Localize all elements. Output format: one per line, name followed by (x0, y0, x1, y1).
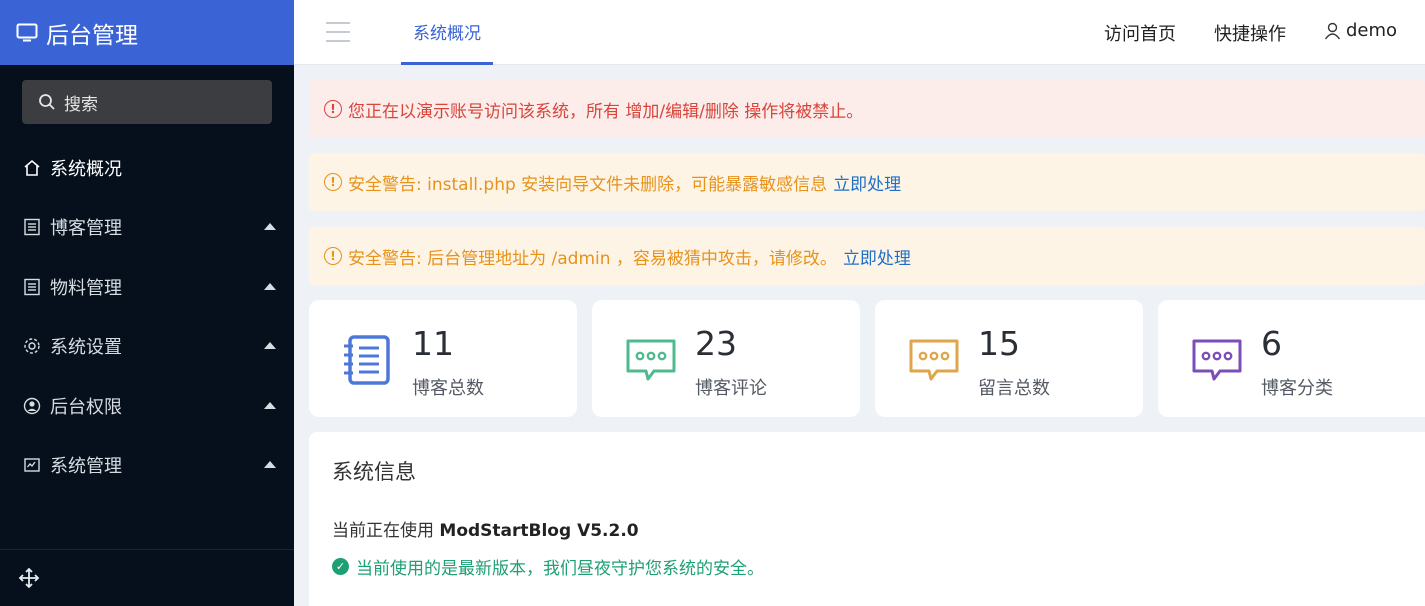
install-warning-alert: ! 安全警告: install.php 安装向导文件未删除，可能暴露敏感信息 立… (309, 153, 1425, 211)
move-icon[interactable] (18, 567, 40, 589)
version-prefix: 当前正在使用 (332, 521, 434, 541)
stat-label: 博客分类 (1261, 378, 1333, 399)
alert-text: 您正在以演示账号访问该系统，所有 增加/编辑/删除 操作将被禁止。 (348, 101, 864, 122)
caret-up-icon (264, 461, 276, 468)
monitor-icon (22, 455, 42, 475)
tab-overview[interactable]: 系统概况 (401, 0, 493, 65)
quick-ops-menu[interactable]: 快捷操作 (1214, 20, 1286, 46)
stat-card-categories[interactable]: 6 博客分类 (1158, 300, 1425, 417)
sidebar-item-label: 系统管理 (50, 456, 122, 477)
version-value: ModStartBlog V5.2.0 (439, 521, 639, 541)
visit-home-link[interactable]: 访问首页 (1104, 20, 1176, 46)
caret-up-icon (264, 223, 276, 230)
notebook-icon (344, 335, 390, 385)
caret-up-icon (264, 342, 276, 349)
search-input[interactable]: 搜索 (22, 80, 272, 124)
latest-version-status: ✓ 当前使用的是最新版本，我们昼夜守护您系统的安全。 (332, 554, 764, 579)
stat-label: 博客总数 (412, 378, 484, 399)
brand-title: 后台管理 (46, 22, 138, 49)
demo-account-alert: ! 您正在以演示账号访问该系统，所有 增加/编辑/删除 操作将被禁止。 (309, 80, 1425, 138)
list-icon (22, 277, 42, 297)
sidebar: 后台管理 搜索 系统概况 博客管理 物料管理 系统设置 后台权限 系统管理 (0, 0, 294, 606)
caret-up-icon (264, 283, 276, 290)
comment-icon (1192, 339, 1242, 381)
fix-now-link[interactable]: 立即处理 (833, 170, 901, 195)
stat-value: 23 (695, 324, 737, 363)
user-menu[interactable]: demo (1324, 20, 1397, 41)
status-text: 当前使用的是最新版本，我们昼夜守护您系统的安全。 (356, 559, 764, 579)
user-icon (1324, 22, 1341, 39)
stat-card-blogs[interactable]: 11 博客总数 (309, 300, 577, 417)
comment-icon (909, 339, 959, 381)
list-icon (22, 217, 42, 237)
hamburger-menu-icon[interactable] (326, 22, 350, 42)
alert-circle-icon: ! (324, 173, 342, 191)
sidebar-item-label: 物料管理 (50, 278, 122, 299)
sidebar-footer (0, 549, 294, 606)
sidebar-item-material[interactable]: 物料管理 (0, 267, 294, 307)
alert-circle-icon: ! (324, 247, 342, 265)
stat-value: 6 (1261, 324, 1282, 363)
panel-title: 系统信息 (332, 460, 416, 484)
sidebar-item-system[interactable]: 系统管理 (0, 445, 294, 485)
alert-circle-icon: ! (324, 100, 342, 118)
sidebar-item-permissions[interactable]: 后台权限 (0, 386, 294, 426)
caret-up-icon (264, 402, 276, 409)
search-icon (39, 94, 55, 110)
sidebar-item-blog[interactable]: 博客管理 (0, 207, 294, 247)
home-icon (22, 158, 42, 178)
stat-value: 15 (978, 324, 1020, 363)
monitor-icon (16, 23, 38, 41)
search-label: 搜索 (64, 94, 98, 115)
sidebar-item-label: 后台权限 (50, 397, 122, 418)
admin-path-warning-alert: ! 安全警告: 后台管理地址为 /admin ，容易被猜中攻击，请修改。 立即处… (309, 227, 1425, 285)
stat-value: 11 (412, 324, 454, 363)
system-info-panel: 系统信息 当前正在使用 ModStartBlog V5.2.0 ✓ 当前使用的是… (309, 432, 1425, 606)
comment-icon (626, 339, 676, 381)
sidebar-item-settings[interactable]: 系统设置 (0, 326, 294, 366)
stat-label: 博客评论 (695, 378, 767, 399)
alert-text: 安全警告: 后台管理地址为 /admin ，容易被猜中攻击，请修改。 (348, 248, 837, 269)
fix-now-link[interactable]: 立即处理 (843, 244, 911, 269)
stat-card-comments[interactable]: 23 博客评论 (592, 300, 860, 417)
sidebar-item-label: 系统设置 (50, 337, 122, 358)
top-header: 系统概况 访问首页 快捷操作 demo (294, 0, 1425, 65)
gear-icon (22, 336, 42, 356)
username: demo (1346, 20, 1398, 41)
alert-text: 安全警告: install.php 安装向导文件未删除，可能暴露敏感信息 (348, 174, 828, 195)
sidebar-item-label: 系统概况 (50, 159, 122, 180)
stat-card-messages[interactable]: 15 留言总数 (875, 300, 1143, 417)
stat-label: 留言总数 (978, 378, 1050, 399)
brand[interactable]: 后台管理 (0, 0, 294, 65)
version-line: 当前正在使用 ModStartBlog V5.2.0 (332, 516, 639, 541)
check-circle-icon: ✓ (332, 558, 349, 575)
sidebar-item-label: 博客管理 (50, 218, 122, 239)
user-circle-icon (22, 396, 42, 416)
sidebar-item-overview[interactable]: 系统概况 (0, 148, 294, 188)
